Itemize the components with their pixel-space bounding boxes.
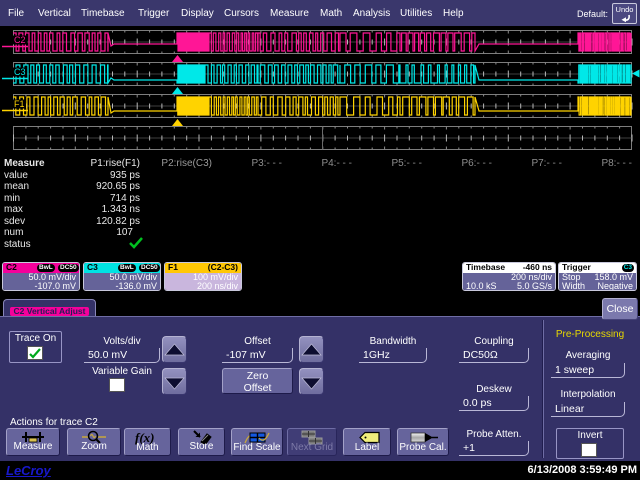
svg-text:C2: C2 bbox=[14, 35, 26, 45]
svg-text:F1: F1 bbox=[14, 99, 25, 109]
svg-text:C3: C3 bbox=[14, 67, 26, 77]
